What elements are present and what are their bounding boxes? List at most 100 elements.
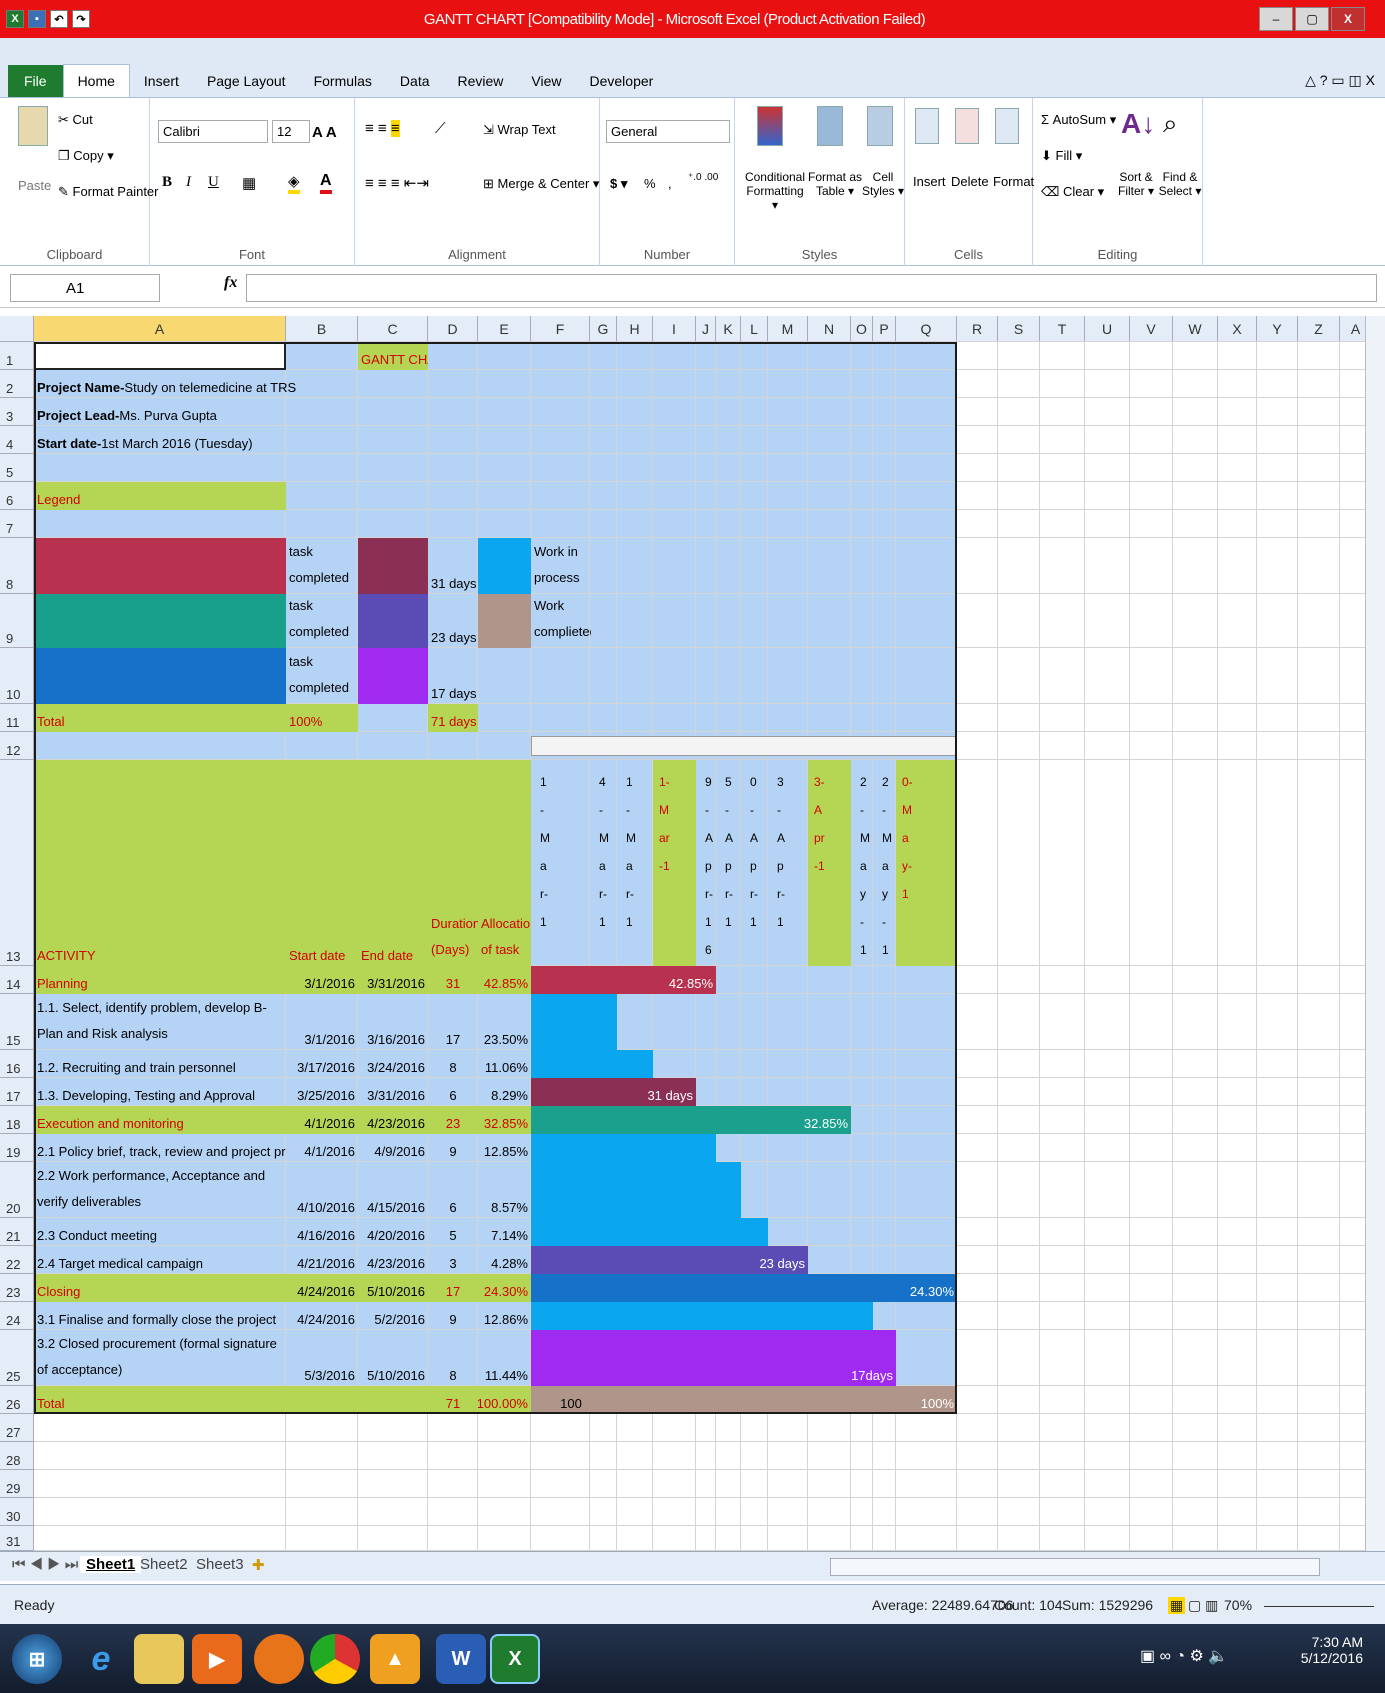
tab-file[interactable]: File [8,65,63,97]
column-header-D[interactable]: D [428,316,478,342]
fill-button[interactable]: ⬇ Fill ▾ [1041,148,1082,164]
column-header-H[interactable]: H [617,316,653,342]
tab-sheet3[interactable]: Sheet3 [196,1556,244,1573]
row-header-11[interactable]: 11 [0,704,34,732]
minimize-icon[interactable]: – [1259,7,1293,31]
paste-icon[interactable] [18,106,48,146]
help-icon[interactable]: △ ? ▭ ◫ X [1295,64,1385,97]
column-header-E[interactable]: E [478,316,531,342]
row-header-27[interactable]: 27 [0,1414,34,1442]
copy-button[interactable]: ❐ Copy ▾ [58,148,114,164]
column-header-Q[interactable]: Q [896,316,957,342]
paste-button[interactable]: Paste [18,178,51,193]
format-button[interactable]: Format [993,174,1034,189]
format-table-icon[interactable] [817,106,843,146]
insert-button[interactable]: Insert [913,174,946,189]
start-icon[interactable]: ⊞ [12,1634,62,1684]
cell-a1[interactable] [34,342,286,370]
page-layout-icon[interactable]: ▢ ▥ [1188,1597,1218,1614]
row-header-14[interactable]: 14 [0,966,34,994]
row-header-23[interactable]: 23 [0,1274,34,1302]
tab-home[interactable]: Home [62,64,130,97]
orientation-icon[interactable]: ⟋ [435,120,446,137]
fill-color-icon[interactable]: ◈ [288,172,300,194]
column-header-M[interactable]: M [768,316,808,342]
chrome-icon[interactable] [310,1634,360,1684]
row-header-6[interactable]: 6 [0,482,34,510]
cut-button[interactable]: ✂ Cut [58,112,93,128]
row-header-2[interactable]: 2 [0,370,34,398]
column-header-V[interactable]: V [1130,316,1173,342]
firefox-icon[interactable] [254,1634,304,1684]
zoom-level[interactable]: 70% [1224,1597,1252,1613]
row-header-16[interactable]: 16 [0,1050,34,1078]
column-header-F[interactable]: F [531,316,590,342]
delete-cells-icon[interactable] [955,108,979,144]
row-header-5[interactable]: 5 [0,454,34,482]
explorer-icon[interactable] [134,1634,184,1684]
column-header-Z[interactable]: Z [1298,316,1340,342]
tray-icons[interactable]: ▣ ∞ ◔ ⚙ 🔈 [1140,1646,1228,1666]
format-painter-button[interactable]: ✎ Format Painter [58,184,159,200]
formula-input[interactable] [246,274,1377,302]
tab-data[interactable]: Data [386,65,444,97]
new-sheet-icon[interactable]: ✚ [252,1556,265,1574]
align-top-icon[interactable]: ≡ ≡ ≡ [365,120,400,137]
column-header-W[interactable]: W [1173,316,1218,342]
wrap-text-button[interactable]: ⇲ Wrap Text [483,122,556,138]
column-header-O[interactable]: O [851,316,873,342]
tab-view[interactable]: View [517,65,575,97]
column-header-G[interactable]: G [590,316,617,342]
column-header-Y[interactable]: Y [1257,316,1298,342]
row-header-31[interactable]: 31 [0,1526,34,1551]
number-format-select[interactable]: General [606,120,730,143]
spreadsheet-grid[interactable]: ABCDEFGHIJKLMNOPQRSTUVWXYZA 1 2 3 4 5 6 7 8 9 10 1… [0,316,1372,1551]
word-icon[interactable]: W [436,1634,486,1684]
row-header-25[interactable]: 25 [0,1330,34,1386]
tab-formulas[interactable]: Formulas [300,65,386,97]
find-select-button[interactable]: Find & Select ▾ [1157,170,1203,198]
delete-button[interactable]: Delete [951,174,989,189]
column-header-X[interactable]: X [1218,316,1257,342]
row-header-1[interactable]: 1 [0,342,34,370]
conditional-formatting-button[interactable]: Conditional Formatting ▾ [743,170,807,212]
decimal-icon[interactable]: ⁺.0 .00 [688,172,718,183]
clear-button[interactable]: ⌫ Clear ▾ [1041,184,1104,200]
select-all-corner[interactable] [0,316,34,342]
font-size-select[interactable]: 12 [272,120,310,143]
ie-icon[interactable]: e [76,1634,126,1684]
tab-sheet2[interactable]: Sheet2 [140,1556,188,1573]
bold-button[interactable]: B [162,174,172,191]
vlc-icon[interactable]: ▲ [370,1634,420,1684]
borders-icon[interactable]: ▦ [242,174,256,192]
undo-icon[interactable]: ↶ [50,10,68,28]
column-header-S[interactable]: S [998,316,1040,342]
row-header-28[interactable]: 28 [0,1442,34,1470]
underline-button[interactable]: U [208,174,219,191]
cell-styles-icon[interactable] [867,106,893,146]
row-header-17[interactable]: 17 [0,1078,34,1106]
row-header-30[interactable]: 30 [0,1498,34,1526]
tab-developer[interactable]: Developer [576,65,668,97]
cell-styles-button[interactable]: Cell Styles ▾ [861,170,905,198]
percent-button[interactable]: % [644,176,656,191]
row-header-10[interactable]: 10 [0,648,34,704]
italic-button[interactable]: I [186,174,191,191]
column-header-T[interactable]: T [1040,316,1085,342]
row-header-15[interactable]: 15 [0,994,34,1050]
comma-button[interactable]: , [668,176,672,191]
row-header-4[interactable]: 4 [0,426,34,454]
excel-icon[interactable]: X [6,10,24,28]
column-header-K[interactable]: K [716,316,741,342]
row-header-26[interactable]: 26 [0,1386,34,1414]
font-name-select[interactable]: Calibri [158,120,268,143]
maximize-icon[interactable]: ▢ [1295,7,1329,31]
currency-button[interactable]: $ ▾ [610,176,627,192]
row-header-8[interactable]: 8 [0,538,34,594]
insert-cells-icon[interactable] [915,108,939,144]
save-icon[interactable]: ▪ [28,10,46,28]
vertical-scrollbar[interactable] [1365,316,1385,1551]
column-header-L[interactable]: L [741,316,768,342]
excel-taskbar-icon[interactable]: X [490,1634,540,1684]
row-header-9[interactable]: 9 [0,594,34,648]
